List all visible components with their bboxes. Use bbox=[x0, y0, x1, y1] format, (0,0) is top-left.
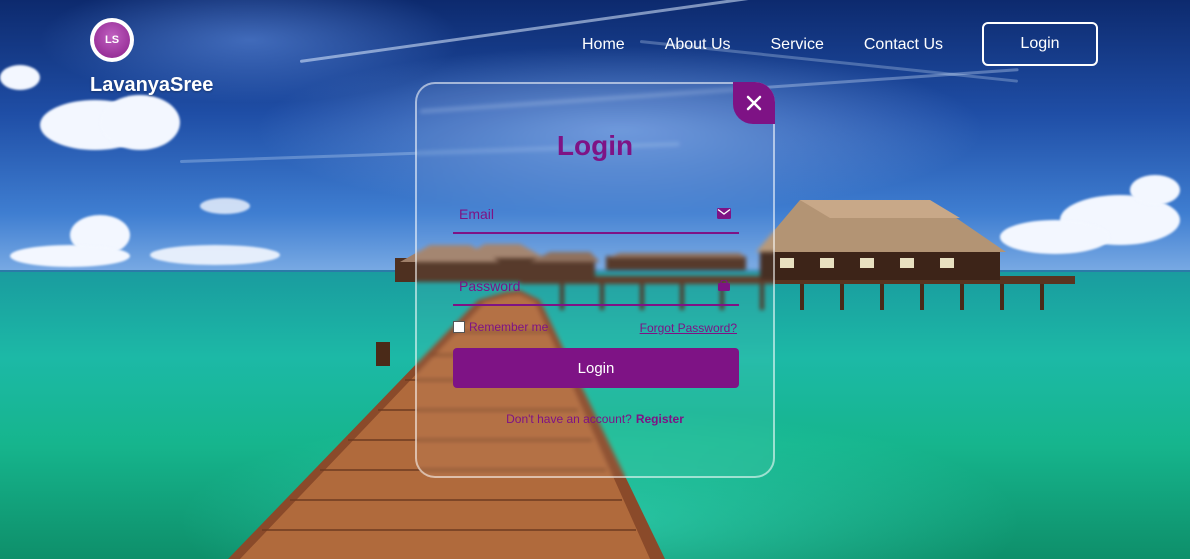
register-prompt: Don't have an account? bbox=[506, 412, 632, 426]
remember-me[interactable]: Remember me bbox=[453, 320, 548, 334]
lock-icon bbox=[718, 280, 730, 291]
password-placeholder: Password bbox=[459, 278, 521, 294]
nav-home[interactable]: Home bbox=[582, 36, 625, 54]
password-field[interactable]: Password bbox=[453, 268, 739, 306]
close-button[interactable] bbox=[733, 82, 775, 124]
login-submit-button[interactable]: Login bbox=[453, 348, 739, 388]
envelope-icon bbox=[717, 208, 731, 219]
nav-about-us[interactable]: About Us bbox=[665, 36, 731, 54]
main-nav: Home About Us Service Contact Us bbox=[582, 36, 943, 54]
email-placeholder: Email bbox=[459, 206, 495, 222]
brand-name: LavanyaSree bbox=[90, 74, 214, 96]
login-card: Login Email Password Remember me Forgot … bbox=[415, 82, 775, 478]
logo-badge: LS bbox=[90, 18, 134, 62]
register-link[interactable]: Register bbox=[636, 412, 684, 426]
remember-checkbox[interactable] bbox=[453, 321, 465, 333]
header-login-button[interactable]: Login bbox=[982, 22, 1098, 66]
close-icon bbox=[746, 95, 762, 111]
nav-service[interactable]: Service bbox=[771, 36, 824, 54]
email-field[interactable]: Email bbox=[453, 196, 739, 234]
register-line: Don't have an account? Register bbox=[417, 412, 773, 426]
logo-mark: LS bbox=[94, 22, 130, 58]
nav-contact-us[interactable]: Contact Us bbox=[864, 36, 943, 54]
forgot-password-link[interactable]: Forgot Password? bbox=[640, 321, 737, 335]
login-title: Login bbox=[556, 130, 634, 161]
remember-label: Remember me bbox=[469, 320, 549, 334]
